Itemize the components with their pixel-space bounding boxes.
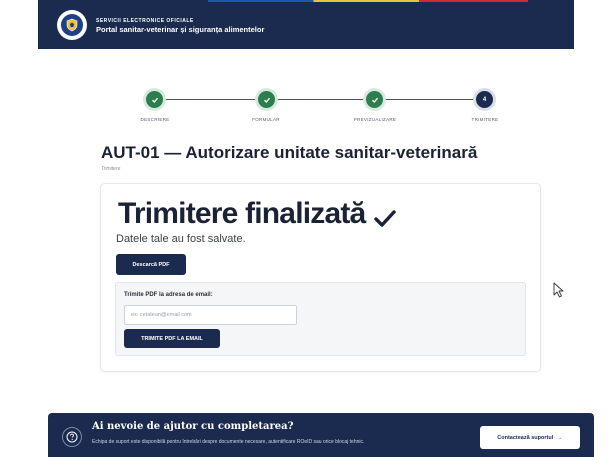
- coat-of-arms-icon[interactable]: [57, 10, 87, 40]
- header-subtitle[interactable]: Portal sanitar-veterinar și siguranța al…: [96, 25, 264, 35]
- step-1-check-icon: [146, 91, 163, 108]
- step-connector: [383, 99, 476, 100]
- send-pdf-email-button[interactable]: TRIMITE PDF LA EMAIL: [124, 329, 220, 348]
- saved-message: Datele tale au fost salvate.: [116, 233, 246, 245]
- step-label-descriere: DESCRIERE: [140, 117, 170, 122]
- step-label-previzualizare: PREVIZUALIZARE: [353, 117, 397, 122]
- step-connector: [275, 99, 366, 100]
- download-pdf-button[interactable]: Descarcă PDF: [116, 254, 186, 275]
- checkmark-icon: [373, 203, 397, 227]
- page-title: AUT-01 — Autorizare unitate sanitar-vete…: [101, 143, 478, 162]
- step-4-number: 4: [476, 91, 493, 108]
- email-send-panel: Trimite PDF la adresa de email: TRIMITE …: [115, 282, 526, 356]
- arrow-right-icon: →: [557, 434, 563, 441]
- help-title: Ai nevoie de ajutor cu completarea?: [92, 421, 294, 432]
- mouse-cursor-icon: [553, 282, 565, 298]
- step-label-trimitere: TRIMITERE: [471, 117, 499, 122]
- email-field[interactable]: [124, 305, 297, 325]
- header-text: SERVICII ELECTRONICE OFICIALE Portal san…: [96, 18, 264, 35]
- confirmation-card: Trimitere finalizată Datele tale au fost…: [100, 183, 541, 372]
- email-field-label: Trimite PDF la adresa de email:: [124, 292, 213, 298]
- page-subtitle: Trimitere: [101, 166, 121, 172]
- help-description: Echipa de suport este disponibilă pentru…: [92, 439, 365, 445]
- header-top-label: SERVICII ELECTRONICE OFICIALE: [96, 18, 194, 24]
- step-connector: [163, 99, 258, 100]
- contact-support-label: Contactează suportul: [497, 434, 554, 441]
- step-2-check-icon: [258, 91, 275, 108]
- success-heading: Trimitere finalizată: [118, 197, 397, 231]
- contact-support-button[interactable]: Contactează suportul →: [480, 426, 580, 449]
- tricolor-stripe: [208, 0, 528, 2]
- step-label-formular: FORMULAR: [252, 117, 280, 122]
- step-3-check-icon: [366, 91, 383, 108]
- site-header: SERVICII ELECTRONICE OFICIALE Portal san…: [38, 0, 574, 49]
- help-banner: Ai nevoie de ajutor cu completarea? Echi…: [48, 413, 594, 457]
- success-title-text: Trimitere finalizată: [118, 197, 366, 230]
- help-question-icon: [62, 427, 82, 447]
